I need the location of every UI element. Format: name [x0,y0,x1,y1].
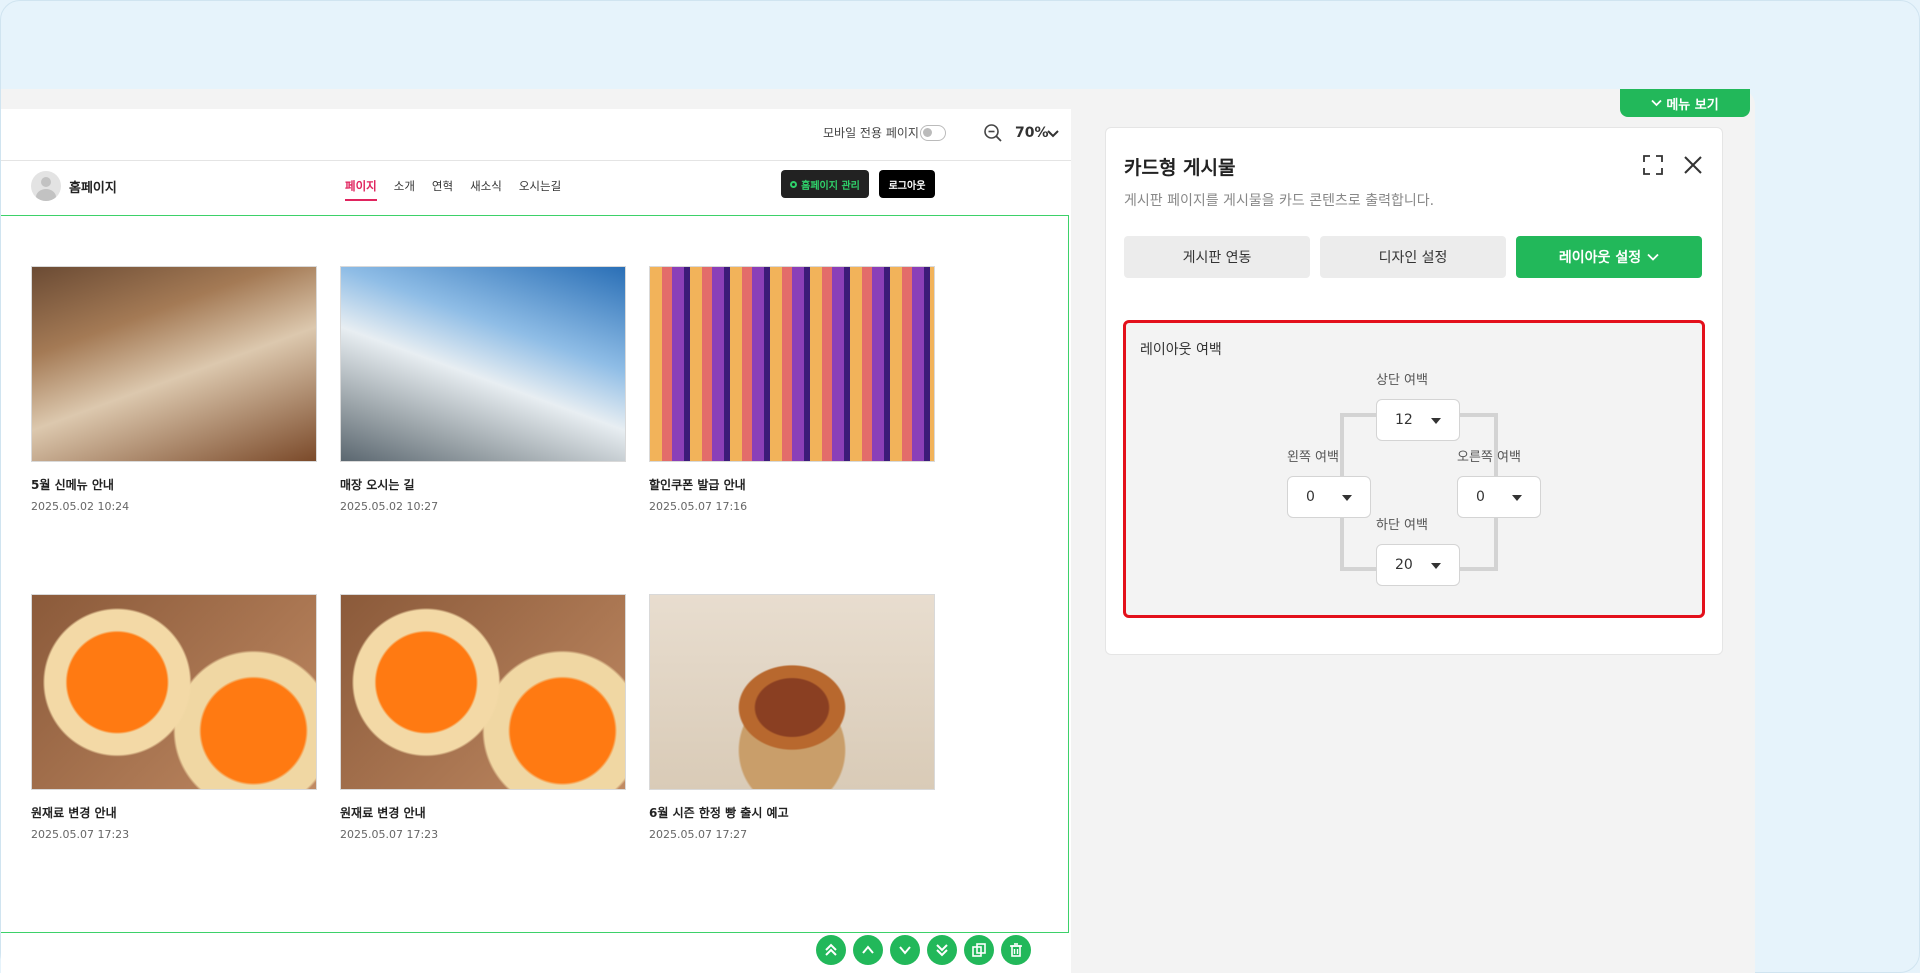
homepage-admin-button[interactable]: 홈페이지 관리 [781,170,869,198]
panel-description: 게시판 페이지를 게시물을 카드 콘텐츠로 출력합니다. [1124,193,1435,209]
move-bottom-icon [936,944,948,957]
card-item[interactable]: 할인쿠폰 발급 안내 2025.05.07 17:16 [649,266,935,513]
left-margin-select[interactable]: 0 [1287,476,1371,518]
top-margin-label: 상단 여백 [1376,373,1428,388]
logout-button[interactable]: 로그아웃 [879,170,935,198]
settings-tabs: 게시판 연동 디자인 설정 레이아웃 설정 [1124,236,1702,278]
status-dot-icon [790,180,798,188]
settings-panel: 카드형 게시물 게시판 페이지를 게시물을 카드 콘텐츠로 출력합니다. 게시판… [1105,127,1723,655]
move-top-button[interactable] [816,935,846,965]
card-item[interactable]: 매장 오시는 길 2025.05.02 10:27 [340,266,626,513]
site-nav: 페이지 소개 연혁 새소식 오시는길 [345,178,578,201]
tab-layout-settings[interactable]: 레이아웃 설정 [1516,236,1702,278]
card-item[interactable]: 원재료 변경 안내 2025.05.07 17:23 [340,594,626,841]
move-up-icon [862,945,874,954]
nav-item-directions[interactable]: 오시는길 [519,178,561,194]
top-margin-select[interactable]: 12 [1376,399,1460,441]
page-preview: 모바일 전용 페이지 70% 홈페이지 페이지 소개 연혁 새소식 오시는길 홈… [1,109,1071,973]
card-title[interactable]: 원재료 변경 안내 [31,804,317,821]
site-header: 홈페이지 페이지 소개 연혁 새소식 오시는길 홈페이지 관리 로그아웃 [1,162,1071,216]
card-thumbnail[interactable] [649,594,935,790]
card-item[interactable]: 원재료 변경 안내 2025.05.07 17:23 [31,594,317,841]
card-title[interactable]: 5월 신메뉴 안내 [31,476,317,493]
top-margin-value: 12 [1395,412,1413,428]
move-down-icon [899,946,911,955]
avatar [31,171,61,201]
left-margin-value: 0 [1306,489,1315,505]
tab-board-link[interactable]: 게시판 연동 [1124,236,1310,278]
bottom-margin-label: 하단 여백 [1376,518,1428,533]
nav-item-page[interactable]: 페이지 [345,178,377,201]
close-icon[interactable] [1682,154,1704,176]
card-date: 2025.05.02 10:27 [340,500,439,513]
move-bottom-button[interactable] [927,935,957,965]
chevron-down-icon[interactable] [1047,129,1059,139]
card-date: 2025.05.07 17:23 [340,828,439,841]
nav-item-news[interactable]: 새소식 [470,178,502,194]
preview-toolbar: 모바일 전용 페이지 70% [1,109,1071,161]
card-item[interactable]: 6월 시즌 한정 빵 출시 예고 2025.05.07 17:27 [649,594,935,841]
card-thumbnail[interactable] [31,266,317,462]
left-margin-label: 왼쪽 여백 [1287,450,1339,465]
delete-icon [1010,943,1022,957]
card-title[interactable]: 매장 오시는 길 [340,476,626,493]
mobile-only-toggle[interactable] [920,125,946,141]
nav-item-about[interactable]: 소개 [394,178,415,194]
mobile-only-label: 모바일 전용 페이지 [823,126,919,140]
app-canvas: 모바일 전용 페이지 70% 홈페이지 페이지 소개 연혁 새소식 오시는길 홈… [0,0,1920,973]
site-name[interactable]: 홈페이지 [69,177,117,196]
homepage-admin-label: 홈페이지 관리 [801,180,860,192]
layout-margin-section: 레이아웃 여백 상단 여백 12 왼쪽 여백 0 오른쪽 여백 0 하단 여백 … [1123,320,1705,618]
right-margin-value: 0 [1476,489,1485,505]
expand-icon[interactable] [1642,154,1664,176]
tab-design-settings[interactable]: 디자인 설정 [1320,236,1506,278]
menu-toggle-label: 메뉴 보기 [1666,97,1719,113]
card-thumbnail[interactable] [31,594,317,790]
caret-down-icon [1431,418,1441,424]
bottom-margin-select[interactable]: 20 [1376,544,1460,586]
right-margin-label: 오른쪽 여백 [1457,450,1521,465]
card-title[interactable]: 할인쿠폰 발급 안내 [649,476,935,493]
nav-item-history[interactable]: 연혁 [432,178,453,194]
card-date: 2025.05.07 17:16 [649,500,748,513]
card-date: 2025.05.07 17:27 [649,828,748,841]
card-date: 2025.05.07 17:23 [31,828,130,841]
section-action-bar [816,935,1031,965]
card-item[interactable]: 5월 신메뉴 안내 2025.05.02 10:24 [31,266,317,513]
copy-icon [972,943,986,957]
bottom-margin-value: 20 [1395,557,1413,573]
card-title[interactable]: 원재료 변경 안내 [340,804,626,821]
chevron-down-icon [1651,99,1662,107]
caret-down-icon [1512,495,1522,501]
caret-down-icon [1431,563,1441,569]
delete-button[interactable] [1001,935,1031,965]
chevron-down-icon [1647,253,1659,261]
menu-toggle-button[interactable]: 메뉴 보기 [1620,89,1750,117]
card-thumbnail[interactable] [649,266,935,462]
move-down-button[interactable] [890,935,920,965]
card-thumbnail[interactable] [340,266,626,462]
move-up-button[interactable] [853,935,883,965]
card-board-section[interactable]: 5월 신메뉴 안내 2025.05.02 10:24 매장 오시는 길 2025… [1,215,1069,933]
zoom-out-icon[interactable] [983,123,1003,143]
toggle-knob [923,128,932,137]
copy-button[interactable] [964,935,994,965]
caret-down-icon [1342,495,1352,501]
card-title[interactable]: 6월 시즌 한정 빵 출시 예고 [649,804,935,821]
tab-layout-settings-label: 레이아웃 설정 [1558,250,1642,266]
card-thumbnail[interactable] [340,594,626,790]
panel-title: 카드형 게시물 [1124,157,1236,179]
layout-margin-title: 레이아웃 여백 [1140,342,1222,358]
move-top-icon [825,943,837,956]
card-date: 2025.05.02 10:24 [31,500,130,513]
zoom-level[interactable]: 70% [1015,125,1049,141]
right-margin-select[interactable]: 0 [1457,476,1541,518]
